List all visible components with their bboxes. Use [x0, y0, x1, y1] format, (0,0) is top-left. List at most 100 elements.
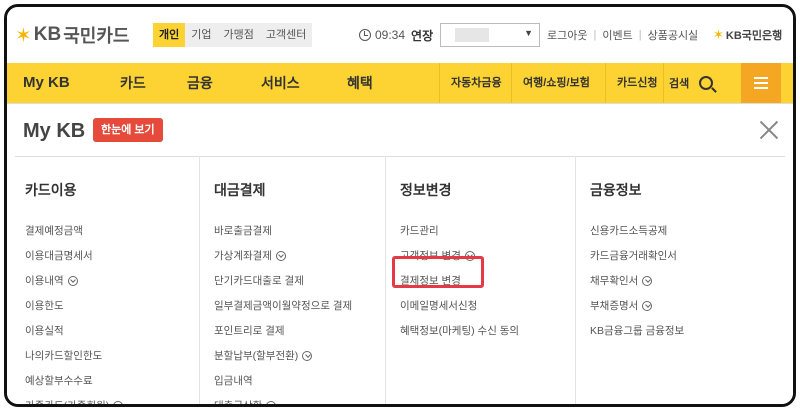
chevron-down-icon[interactable] [266, 400, 277, 404]
close-icon[interactable] [759, 120, 779, 140]
my-kb-panel: My KB 한눈에 보기 카드이용 결제예정금액 이용대금명세서 이용내역 이용한도 이… [7, 103, 793, 407]
menu-item[interactable]: 나의카드할인한도 [25, 343, 123, 368]
column-heading: 정보변경 [400, 182, 452, 198]
menu-item[interactable]: 이용실적 [25, 318, 123, 343]
menu-icon-bar [754, 82, 768, 84]
segment-tabs: 개인 기업 가맹점 고객센터 [153, 23, 313, 47]
nav-service[interactable]: 서비스 [261, 63, 300, 103]
kb-card-logo[interactable]: ✶ KB 국민카드 [15, 23, 129, 47]
nav-travel-shopping-insurance[interactable]: 여행/쇼핑/보험 [523, 63, 590, 103]
menu-item[interactable]: 채무확인서 [590, 268, 684, 293]
menu-item[interactable]: 분할납부(할부전환) [214, 343, 352, 368]
menu-item[interactable]: 이메일명세서신청 [400, 293, 519, 318]
menu-item-label: 대출금상환 [214, 400, 263, 407]
menu-item-label: KB금융그룹 금융정보 [590, 325, 685, 337]
menu-item[interactable]: 포인트리로 결제 [214, 318, 352, 343]
divider: | [638, 29, 642, 41]
menu-item-label: 입금내역 [214, 375, 253, 387]
column-finance-info: 금융정보 신용카드소득공제 카드금융거래확인서채무확인서부채증명서 KB금융그룹 금… [575, 156, 785, 404]
event-link[interactable]: 이벤트 [602, 27, 632, 43]
menu-item-label: 이메일명세서신청 [400, 300, 478, 312]
session-time: 09:34 [375, 28, 406, 42]
panel-title: My KB [23, 120, 86, 142]
search-label: 검색 [669, 78, 690, 90]
chevron-down-icon[interactable] [642, 300, 653, 311]
product-disclosure-link[interactable]: 상품공시실 [648, 27, 699, 43]
nav-my-kb[interactable]: My KB [23, 63, 70, 103]
search-button[interactable]: 검색 [669, 63, 714, 103]
menu-item[interactable]: 일부결제금액이월약정으로 결제 [214, 293, 352, 318]
menu-item-label: 포인트리로 결제 [214, 325, 285, 337]
column-heading: 금융정보 [590, 182, 642, 198]
menu-item-label: 카드관리 [400, 225, 439, 237]
menu-item[interactable]: 부채증명서 [590, 293, 684, 318]
menu-item[interactable]: 신용카드소득공제 [590, 218, 684, 243]
segment-tab-customer-center[interactable]: 고객센터 [260, 23, 312, 47]
menu-item[interactable]: 가족카드(가족회원) [25, 393, 124, 404]
column-card-usage: 카드이용 결제예정금액 이용대금명세서 이용내역 이용한도 이용실적 나의카드할인한도 예상… [11, 156, 199, 404]
menu-item-label: 혜택정보(마케팅) 수신 동의 [400, 325, 520, 337]
chevron-down-icon[interactable] [302, 350, 313, 361]
divider [511, 63, 512, 103]
menu-item[interactable]: 예상할부수수료 [25, 368, 123, 393]
logout-link[interactable]: 로그아웃 [547, 27, 587, 43]
menu-list: 카드관리고객정보 변경결제정보 변경이메일명세서신청혜택정보(마케팅) 수신 동… [400, 218, 519, 343]
session-timer: 09:34 연장 [359, 23, 433, 47]
kb-bank-link[interactable]: ✶ KB국민은행 [713, 23, 782, 47]
menu-list: 신용카드소득공제 카드금융거래확인서채무확인서부채증명서 KB금융그룹 금융정보 [590, 218, 684, 343]
menu-item[interactable]: KB금융그룹 금융정보 [590, 318, 684, 343]
divider [605, 63, 606, 103]
search-icon [699, 76, 714, 90]
segment-tab-merchant[interactable]: 가맹점 [218, 23, 260, 47]
nav-benefit[interactable]: 혜택 [347, 63, 373, 103]
menu-item[interactable]: 대출금상환 [214, 393, 352, 407]
menu-item-label: 채무확인서 [590, 275, 639, 287]
menu-item[interactable]: 카드금융거래확인서 [590, 243, 684, 268]
menu-item[interactable]: 고객정보 변경 [400, 243, 519, 268]
menu-item[interactable]: 혜택정보(마케팅) 수신 동의 [400, 318, 519, 343]
top-header: ✶ KB 국민카드 개인 기업 가맹점 고객센터 09:34 연장 ▼ 로그아웃… [7, 7, 793, 63]
chevron-down-icon[interactable] [113, 400, 124, 404]
menu-item-label: 이용내역 [25, 275, 64, 287]
menu-item[interactable]: 이용한도 [25, 293, 123, 318]
hamburger-menu-button[interactable] [741, 63, 781, 103]
segment-tab-personal[interactable]: 개인 [153, 23, 186, 47]
extend-session-button[interactable]: 연장 [411, 27, 433, 44]
nav-card[interactable]: 카드 [120, 63, 146, 103]
kb-star-icon: ✶ [713, 27, 724, 42]
nav-auto-finance[interactable]: 자동차금융 [451, 63, 502, 103]
menu-item[interactable]: 입금내역 [214, 368, 352, 393]
clock-icon [359, 29, 371, 41]
menu-item[interactable]: 단기카드대출로 결제 [214, 268, 352, 293]
account-select[interactable]: ▼ [440, 23, 540, 47]
menu-item[interactable]: 바로출금결제 [214, 218, 352, 243]
chevron-down-icon[interactable] [67, 275, 78, 286]
nav-card-apply[interactable]: 카드신청 [617, 63, 657, 103]
bank-link-label: KB국민은행 [725, 30, 783, 42]
main-nav: My KB 카드 금융 서비스 혜택 자동차금융 여행/쇼핑/보험 카드신청 검… [7, 63, 793, 103]
divider [439, 63, 440, 103]
browser-frame: ✶ KB 국민카드 개인 기업 가맹점 고객센터 09:34 연장 ▼ 로그아웃… [4, 4, 796, 407]
chevron-down-icon[interactable] [642, 275, 653, 286]
segment-tab-business[interactable]: 기업 [185, 23, 217, 47]
masked-value [455, 28, 489, 42]
menu-item-label: 이용실적 [25, 325, 64, 337]
menu-item[interactable]: 이용대금명세서 [25, 243, 123, 268]
menu-item[interactable]: 결제예정금액 [25, 218, 123, 243]
menu-item[interactable]: 이용내역 [25, 268, 123, 293]
nav-finance[interactable]: 금융 [187, 63, 213, 103]
column-payment: 대금결제 바로출금결제 가상계좌결제 단기카드대출로 결제 일부결제금액이월약정으로 … [199, 156, 385, 407]
chevron-down-icon[interactable] [275, 250, 286, 261]
menu-item-label: 일부결제금액이월약정으로 결제 [214, 300, 353, 312]
logo-brand: KB [33, 24, 62, 45]
menu-item-label: 예상할부수수료 [25, 375, 93, 387]
menu-list: 결제예정금액 이용대금명세서이용내역이용한도이용실적나의카드할인한도예상할부수수료… [25, 218, 124, 404]
menu-item[interactable]: 결제정보 변경 [400, 268, 519, 293]
column-info-change: 정보변경 카드관리고객정보 변경결제정보 변경이메일명세서신청혜택정보(마케팅)… [385, 156, 575, 404]
menu-item-label: 결제정보 변경 [400, 275, 461, 287]
menu-item[interactable]: 카드관리 [400, 218, 519, 243]
menu-item[interactable]: 가상계좌결제 [214, 243, 352, 268]
overview-button[interactable]: 한눈에 보기 [93, 118, 163, 142]
chevron-down-icon[interactable] [464, 250, 475, 261]
kb-star-icon: ✶ [15, 24, 32, 47]
